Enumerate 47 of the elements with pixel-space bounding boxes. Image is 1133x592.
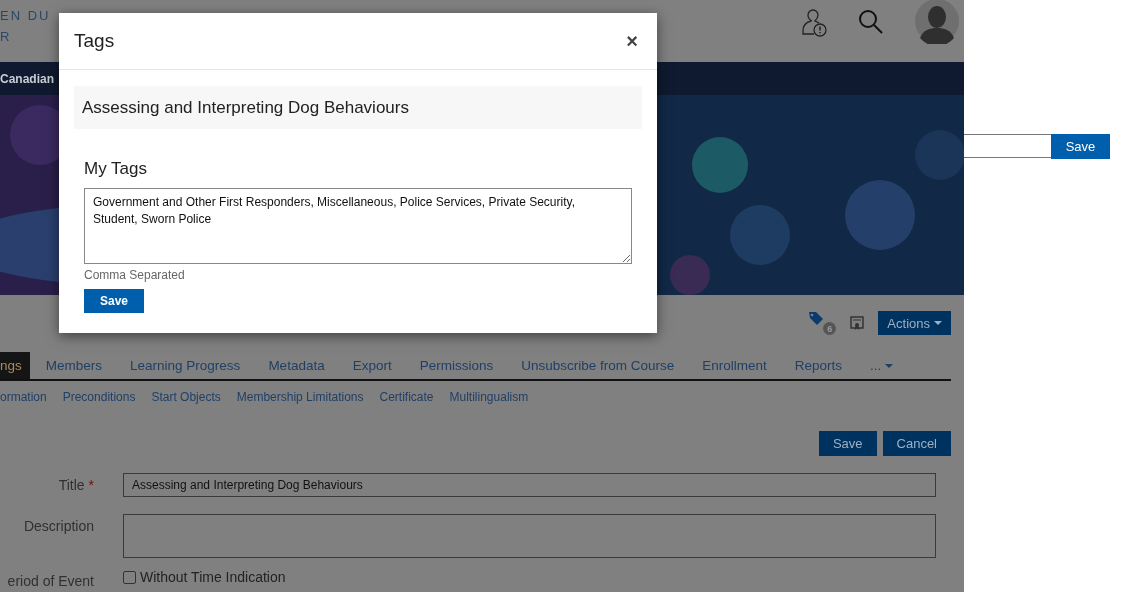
caret-icon bbox=[885, 363, 894, 368]
tab[interactable]: ngs bbox=[0, 352, 30, 379]
title-field[interactable]: Assessing and Interpreting Dog Behaviours bbox=[123, 473, 936, 497]
field-label: Description bbox=[23, 517, 94, 534]
actions-button[interactable]: Actions bbox=[878, 311, 951, 335]
tab[interactable]: Export bbox=[338, 352, 406, 379]
form-button[interactable]: Save bbox=[818, 431, 877, 456]
search-icon[interactable] bbox=[858, 9, 884, 35]
user-alert-icon[interactable] bbox=[802, 7, 828, 37]
field-label: eriod of Event bbox=[7, 573, 94, 589]
caret-icon bbox=[934, 321, 942, 325]
avatar-icon[interactable] bbox=[914, 0, 960, 44]
checkbox-label: Without Time Indication bbox=[140, 569, 286, 585]
modal-title: Tags bbox=[74, 30, 115, 52]
logo-text: EN DU bbox=[0, 8, 51, 23]
field-hint: Comma Separated bbox=[84, 268, 186, 282]
logo-text: R bbox=[0, 29, 13, 44]
save-button[interactable]: Save bbox=[1051, 134, 1110, 159]
tab[interactable]: Metadata bbox=[254, 352, 339, 379]
more-tab[interactable]: ... bbox=[856, 352, 908, 379]
save-button[interactable]: Save bbox=[84, 289, 144, 313]
checkbox[interactable] bbox=[123, 570, 136, 584]
tab[interactable]: Learning Progress bbox=[116, 352, 255, 379]
nav-text[interactable]: Canadian bbox=[0, 71, 54, 86]
tab[interactable]: Enrollment bbox=[688, 352, 781, 379]
tab[interactable]: Unsubscribe from Course bbox=[507, 352, 689, 379]
description-field[interactable] bbox=[123, 514, 936, 558]
tab[interactable]: Permissions bbox=[405, 352, 508, 379]
section-title: My Tags bbox=[84, 159, 148, 179]
close-button[interactable]: × bbox=[622, 29, 642, 53]
subtab-link[interactable]: Start Objects bbox=[151, 390, 221, 404]
tags-field[interactable]: Government and Other First Responders, Miscellaneous, Police Services, Private Security, Student, Sworn Police bbox=[84, 188, 632, 264]
tag-count-badge: 6 bbox=[823, 322, 837, 335]
resize-grip-icon[interactable] bbox=[623, 255, 630, 262]
subtab-link[interactable]: Preconditions bbox=[62, 390, 136, 404]
form-button[interactable]: Cancel bbox=[882, 431, 951, 456]
tag-icon[interactable] bbox=[808, 311, 825, 327]
subtab-link[interactable]: Membership Limitations bbox=[236, 390, 364, 404]
required-mark: * bbox=[88, 477, 94, 493]
field-label: Title bbox=[58, 477, 85, 493]
certificate-icon[interactable] bbox=[850, 315, 865, 331]
tab[interactable]: Members bbox=[31, 352, 117, 379]
subtab-link[interactable]: ormation bbox=[0, 390, 47, 404]
object-title: Assessing and Interpreting Dog Behaviours bbox=[74, 86, 642, 129]
subtab-link[interactable]: Multilingualism bbox=[449, 390, 529, 404]
subtab-link[interactable]: Certificate bbox=[379, 390, 434, 404]
tab[interactable]: Reports bbox=[780, 352, 857, 379]
